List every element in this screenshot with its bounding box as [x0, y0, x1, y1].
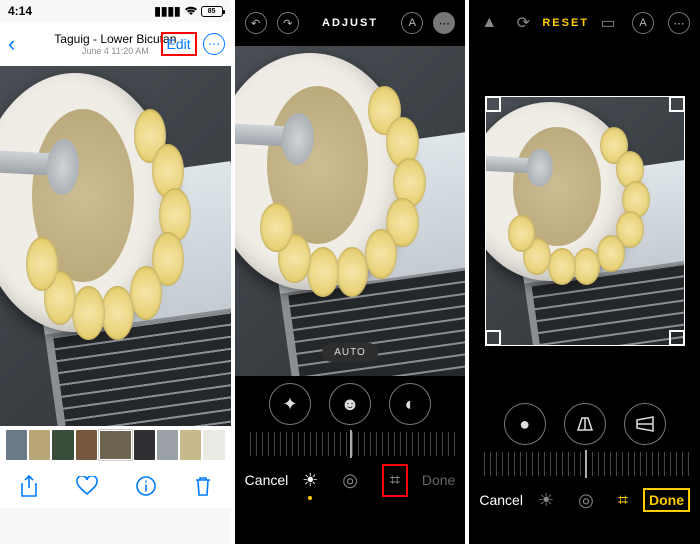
thumbnail-current[interactable]: [99, 430, 132, 460]
auto-enhance-icon[interactable]: ✦: [269, 383, 311, 425]
thumbnail[interactable]: [29, 430, 50, 460]
mode-label: ADJUST: [322, 17, 378, 29]
aspect-ratio-icon[interactable]: ▭: [598, 13, 618, 33]
undo-icon[interactable]: ↶: [245, 12, 267, 34]
editor-bottom-bar: Cancel ☀ ◎ ⌗ Done: [469, 476, 700, 524]
battery-icon: 85: [201, 6, 223, 17]
cellular-icon: ▮▮▮▮: [154, 4, 180, 18]
edit-button[interactable]: Edit: [161, 32, 197, 56]
thumbnail-strip[interactable]: [0, 426, 231, 464]
cancel-button[interactable]: Cancel: [245, 472, 289, 488]
crop-handle-tr[interactable]: [669, 96, 685, 112]
markup-icon[interactable]: A: [632, 12, 654, 34]
rotate-icon[interactable]: ⟳: [513, 13, 533, 33]
crop-handle-tl[interactable]: [485, 96, 501, 112]
rotate-slider[interactable]: [479, 452, 690, 476]
photos-detail-screen: 4:14 ▮▮▮▮ 85 ‹ Taguig - Lower Bicutan Ju…: [0, 0, 231, 544]
thumbnail[interactable]: [6, 430, 27, 460]
crop-tab-icon[interactable]: ⌗: [382, 464, 408, 497]
thumbnail[interactable]: [203, 430, 224, 460]
adjust-slider[interactable]: [245, 432, 456, 456]
photo-viewport[interactable]: [0, 66, 231, 426]
crop-handle-br[interactable]: [669, 330, 685, 346]
crop-frame[interactable]: [485, 96, 685, 346]
horizontal-perspective-icon[interactable]: [624, 403, 666, 445]
done-button[interactable]: Done: [643, 488, 690, 512]
adjust-tab-icon[interactable]: ☀: [302, 470, 318, 491]
crop-handle-bl[interactable]: [485, 330, 501, 346]
delete-icon[interactable]: [194, 475, 212, 497]
crop-tab-icon[interactable]: ⌗: [618, 490, 628, 511]
status-time: 4:14: [8, 4, 32, 18]
thumbnail[interactable]: [180, 430, 201, 460]
flip-vertical-icon[interactable]: ▲: [479, 14, 499, 32]
markup-icon[interactable]: A: [401, 12, 423, 34]
favorite-icon[interactable]: [76, 476, 98, 496]
exposure-icon[interactable]: ☻: [329, 383, 371, 425]
crop-top-bar: ▲ ⟳ RESET ▭ A ⋯: [469, 0, 700, 46]
wifi-icon: [184, 6, 198, 16]
auto-pill: AUTO: [322, 343, 378, 362]
more-icon[interactable]: ⋯: [433, 12, 455, 34]
vertical-perspective-icon[interactable]: [564, 403, 606, 445]
straighten-icon[interactable]: ●: [504, 403, 546, 445]
brilliance-icon[interactable]: ◐: [389, 383, 431, 425]
more-button[interactable]: ⋯: [203, 33, 225, 55]
adjust-options-row: ✦ ☻ ◐: [235, 376, 466, 432]
done-button[interactable]: Done: [422, 472, 455, 488]
edit-crop-screen: ▲ ⟳ RESET ▭ A ⋯: [469, 0, 700, 544]
thumbnail[interactable]: [76, 430, 97, 460]
crop-viewport[interactable]: [469, 46, 700, 396]
adjust-tab-icon[interactable]: ☀: [538, 490, 554, 511]
thumbnail[interactable]: [157, 430, 178, 460]
editor-top-bar: ↶ ↷ ADJUST A ⋯: [235, 0, 466, 46]
cancel-button[interactable]: Cancel: [479, 492, 523, 508]
thumbnail[interactable]: [52, 430, 73, 460]
bottom-toolbar: [0, 464, 231, 508]
redo-icon[interactable]: ↷: [277, 12, 299, 34]
reset-button[interactable]: RESET: [542, 17, 589, 29]
edit-adjust-screen: ↶ ↷ ADJUST A ⋯: [235, 0, 466, 544]
filters-tab-icon[interactable]: ◎: [342, 470, 358, 491]
more-icon[interactable]: ⋯: [668, 12, 690, 34]
share-icon[interactable]: [19, 475, 39, 497]
thumbnail[interactable]: [134, 430, 155, 460]
filters-tab-icon[interactable]: ◎: [578, 490, 594, 511]
nav-bar: ‹ Taguig - Lower Bicutan June 4 11:20 AM…: [0, 22, 231, 66]
info-icon[interactable]: [136, 476, 156, 496]
edit-photo-viewport[interactable]: AUTO: [235, 46, 466, 376]
status-bar: 4:14 ▮▮▮▮ 85: [0, 0, 231, 22]
editor-bottom-bar: Cancel ☀ ◎ ⌗ Done: [235, 456, 466, 504]
crop-options-row: ●: [469, 396, 700, 452]
